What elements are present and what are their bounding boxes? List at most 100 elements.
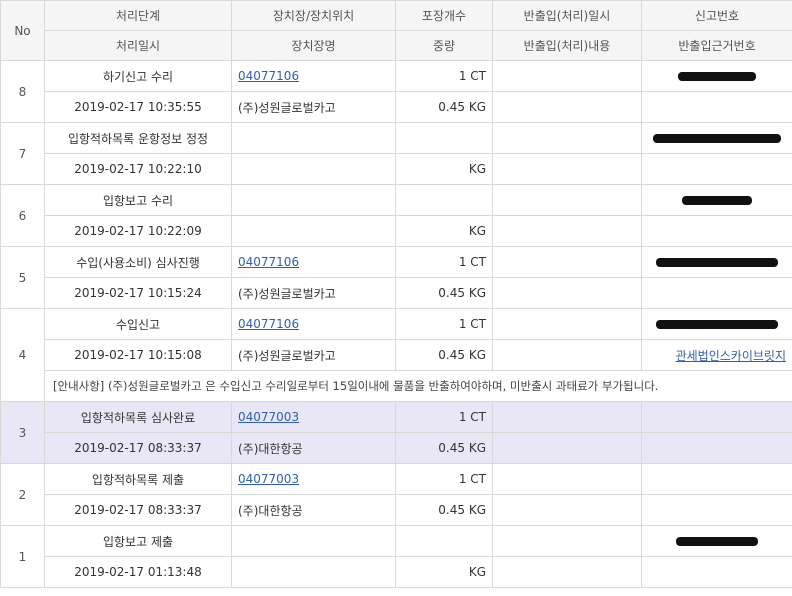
location-link[interactable]: 04077003: [238, 472, 299, 486]
report-number: [641, 463, 792, 495]
location-name: [231, 556, 396, 588]
report-number: [641, 246, 792, 278]
report-number: [641, 401, 792, 433]
io-content: [492, 339, 642, 371]
report-number: [641, 184, 792, 216]
row-number: 1: [0, 525, 45, 588]
weight: 0.45 KG: [395, 339, 493, 371]
redacted-report-number: [656, 258, 778, 267]
location-name: [231, 153, 396, 185]
io-datetime: [492, 184, 642, 216]
table-row: 2019-02-17 08:33:37 (주)대한항공 0.45 KG: [1, 432, 792, 464]
location-cell: [231, 525, 396, 557]
redacted-report-number: [676, 537, 758, 546]
redacted-report-number: [682, 196, 752, 205]
package-count: [395, 525, 493, 557]
io-datetime: [492, 122, 642, 154]
table-row: 6 입항보고 수리: [0, 184, 792, 247]
process-step: 입항적하목록 제출: [44, 463, 232, 495]
table-row: 8 하기신고 수리 04077106 1 CT: [0, 60, 792, 123]
table-row: 2019-02-17 10:22:09 KG: [1, 215, 792, 247]
table-row: 3 입항적하목록 심사완료 04077003 1 CT: [0, 401, 792, 464]
weight: KG: [395, 556, 493, 588]
location-link[interactable]: 04077106: [238, 317, 299, 331]
io-content: [492, 494, 642, 526]
row-number: 6: [0, 184, 45, 247]
table-row: 2019-02-17 01:13:48 KG: [1, 556, 792, 588]
package-count: [395, 184, 493, 216]
notice-row: [안내사항] (주)성원글로벌카고 은 수입신고 수리일로부터 15일이내에 물…: [1, 370, 792, 402]
basis-number-link[interactable]: 관세법인스카이브릿지: [676, 349, 786, 363]
process-datetime: 2019-02-17 10:22:09: [44, 215, 232, 247]
location-name: (주)대한항공: [231, 494, 396, 526]
location-link[interactable]: 04077106: [238, 255, 299, 269]
weight: 0.45 KG: [395, 432, 493, 464]
process-datetime: 2019-02-17 01:13:48: [44, 556, 232, 588]
process-datetime: 2019-02-17 08:33:37: [44, 432, 232, 464]
package-count: [395, 122, 493, 154]
io-datetime: [492, 463, 642, 495]
location-name: (주)대한항공: [231, 432, 396, 464]
header-row-2: 처리일시 장치장명 중량 반출입(처리)내용 반출입근거번호: [1, 30, 792, 61]
header-basis-no: 반출입근거번호: [641, 30, 792, 61]
row-number: 2: [0, 463, 45, 526]
location-name: (주)성원글로벌카고: [231, 91, 396, 123]
location-link[interactable]: 04077106: [238, 69, 299, 83]
customs-progress-table: No 처리단계 장치장/장치위치 포장개수 반출입(처리)일시 신고번호 처리일…: [0, 0, 792, 588]
location-cell: 04077003: [231, 401, 396, 433]
report-number: [641, 525, 792, 557]
header-row-1: No 처리단계 장치장/장치위치 포장개수 반출입(처리)일시 신고번호: [0, 0, 792, 61]
package-count: 1 CT: [395, 463, 493, 495]
weight: 0.45 KG: [395, 494, 493, 526]
io-datetime: [492, 525, 642, 557]
process-datetime: 2019-02-17 10:35:55: [44, 91, 232, 123]
basis-number: [641, 215, 792, 247]
package-count: 1 CT: [395, 401, 493, 433]
header-io-content: 반출입(처리)내용: [492, 30, 642, 61]
table-row: 2019-02-17 10:15:08 (주)성원글로벌카고 0.45 KG 관세법인…: [1, 339, 792, 371]
header-no: No: [0, 0, 45, 61]
header-weight: 중량: [395, 30, 493, 61]
process-datetime: 2019-02-17 10:22:10: [44, 153, 232, 185]
header-step: 처리단계: [44, 0, 232, 31]
redacted-report-number: [678, 72, 756, 81]
report-number: [641, 60, 792, 92]
table-row: 7 입항적하목록 운항정보 정정: [0, 122, 792, 185]
report-number: [641, 122, 792, 154]
io-content: [492, 556, 642, 588]
package-count: 1 CT: [395, 60, 493, 92]
header-io-datetime: 반출입(처리)일시: [492, 0, 642, 31]
row-number: 8: [0, 60, 45, 123]
weight: KG: [395, 153, 493, 185]
table-row: 2019-02-17 10:15:24 (주)성원글로벌카고 0.45 KG: [1, 277, 792, 309]
redacted-report-number: [656, 320, 778, 329]
table-row: 1 입항보고 제출: [0, 525, 792, 588]
report-number: [641, 308, 792, 340]
io-datetime: [492, 308, 642, 340]
location-cell: [231, 184, 396, 216]
header-count: 포장개수: [395, 0, 493, 31]
basis-number: [641, 494, 792, 526]
location-cell: 04077003: [231, 463, 396, 495]
table-row: 5 수입(사용소비) 심사진행 04077106 1 CT: [0, 246, 792, 309]
location-name: (주)성원글로벌카고: [231, 277, 396, 309]
header-location: 장치장/장치위치: [231, 0, 396, 31]
location-cell: [231, 122, 396, 154]
process-datetime: 2019-02-17 10:15:24: [44, 277, 232, 309]
location-link[interactable]: 04077003: [238, 410, 299, 424]
weight: KG: [395, 215, 493, 247]
io-datetime: [492, 401, 642, 433]
redacted-report-number: [653, 134, 781, 143]
process-datetime: 2019-02-17 10:15:08: [44, 339, 232, 371]
notice-text: [안내사항] (주)성원글로벌카고 은 수입신고 수리일로부터 15일이내에 물…: [44, 370, 792, 402]
basis-number: 관세법인스카이브릿지: [641, 339, 792, 371]
location-name: [231, 215, 396, 247]
process-step: 수입(사용소비) 심사진행: [44, 246, 232, 278]
weight: 0.45 KG: [395, 277, 493, 309]
io-content: [492, 215, 642, 247]
row-number: 5: [0, 246, 45, 309]
io-content: [492, 153, 642, 185]
table-row: 2019-02-17 10:35:55 (주)성원글로벌카고 0.45 KG: [1, 91, 792, 123]
process-step: 수입신고: [44, 308, 232, 340]
basis-number: [641, 277, 792, 309]
